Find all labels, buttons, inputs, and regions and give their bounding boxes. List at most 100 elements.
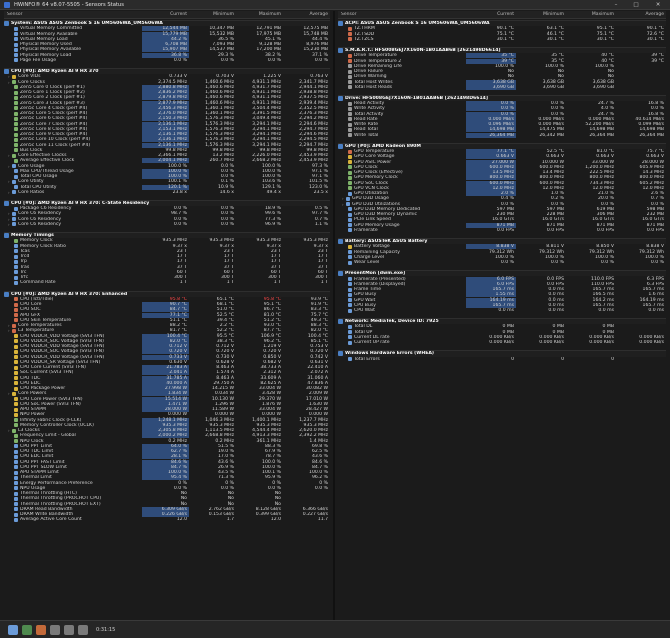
average-value: 15,230 MB: [303, 47, 328, 53]
sensor-label: APU STAPM: [20, 407, 46, 413]
sensor-name-cell: Drive Warning: [338, 74, 466, 79]
column-current[interactable]: Current: [466, 12, 516, 17]
column-minimum[interactable]: Minimum: [516, 12, 566, 17]
current-value: 2,153.1 MHz: [142, 126, 189, 132]
close-sensors-icon[interactable]: [78, 625, 88, 635]
sensor-name-cell: Total Activity: [338, 112, 466, 117]
sensor-label: Core Utility: [18, 179, 44, 185]
column-header[interactable]: Sensor Current Minimum Maximum Average: [338, 11, 666, 19]
maximum-value: 3.428 W: [261, 391, 281, 397]
sensor-label: TZ.TZCS: [354, 36, 374, 42]
sensor-label: GPU Memory Clock: [354, 175, 398, 181]
sensor-row[interactable]: › Core Ratios 23.8 x 14.6 x 49.4 x 23.5 x: [4, 190, 330, 195]
logging-icon[interactable]: [22, 625, 32, 635]
sensor-group-header[interactable]: CPU [#0]: AMD Ryzen AI 9 HX 370: C-State…: [4, 199, 330, 207]
sensor-label: GPU Core Voltage: [354, 154, 395, 160]
minimum-value: 30.1 °C: [546, 36, 564, 42]
minimize-button[interactable]: –: [608, 0, 624, 10]
column-average[interactable]: Average: [283, 12, 330, 17]
sensor-panel-left[interactable]: Sensor Current Minimum Maximum Average S…: [4, 11, 330, 620]
column-maximum[interactable]: Maximum: [566, 12, 616, 17]
expand-icon[interactable]: [8, 625, 18, 635]
close-button[interactable]: ✕: [650, 0, 666, 10]
average-value: 37 T: [317, 264, 328, 270]
maximum-value: 20.0 %: [597, 196, 614, 202]
current-value: 0.733 V: [169, 74, 187, 80]
sensor-row[interactable]: Average Active Core Count 12.0 1.7 12.0 11.7: [4, 517, 330, 522]
column-minimum[interactable]: Minimum: [189, 12, 236, 17]
average-value: 9.37 x: [313, 243, 328, 249]
sensor-row[interactable]: Command Rate 1 T 1 T 1 T 1 T: [4, 280, 330, 285]
thermometer-icon: [348, 32, 352, 37]
sensor-name-cell: Physical Memory Available: [4, 47, 142, 52]
sensor-name-cell: Total Errors: [338, 357, 466, 362]
minimum-value: 0.0 %: [550, 201, 564, 207]
sensor-row[interactable]: › Core C6 Residency 0.0 % 0.0 % 96.9 % 1.1 %: [4, 222, 330, 227]
sensor-group-header[interactable]: PresentMon [dwm.exe]: [338, 270, 666, 277]
column-header[interactable]: Sensor Current Minimum Maximum Average: [4, 11, 330, 19]
maximum-value: 1 T: [273, 280, 281, 286]
sensor-icon: [346, 202, 350, 207]
maximize-button[interactable]: □: [628, 0, 644, 10]
settings-icon[interactable]: [64, 625, 74, 635]
minimum-value: 10.130 W: [211, 396, 234, 402]
minimum-value: 1,460.6 MHz: [205, 100, 234, 106]
maximum-value: 0.850 V: [263, 354, 281, 360]
current-value: 2,150.3 MHz: [142, 116, 189, 122]
column-sensor[interactable]: Sensor: [4, 12, 142, 17]
sensor-group-header[interactable]: Network: MediaTek, Device ID: 7925: [338, 318, 666, 325]
current-value: 0.0 %: [500, 201, 514, 207]
maximum-value: 4,913.3 MHz: [252, 433, 281, 439]
layout-icon[interactable]: [50, 625, 60, 635]
sensor-name-cell: NPU Clock: [4, 439, 142, 444]
reset-icon[interactable]: [36, 625, 46, 635]
sensor-name-cell: NPU Usage: [4, 486, 142, 491]
sensor-row[interactable]: Wear Level 0.0 % 0.0 % 0.0 % 0.0 %: [338, 260, 666, 265]
disk-icon: [348, 106, 352, 111]
sensor-group-header[interactable]: CPU [#0]: AMD Ryzen AI 9 HX 370: [4, 67, 330, 75]
column-maximum[interactable]: Maximum: [236, 12, 283, 17]
sensor-row[interactable]: CPU Wait 0.0 ms 0.0 ms 0.0 ms 0.0 ms: [338, 308, 666, 313]
maximum-value: 0.0 %: [267, 57, 281, 63]
sensor-name-cell: Framerate: [338, 228, 466, 233]
sensor-name-cell: CPU EDC: [4, 381, 142, 386]
maximum-value: 75.1 °C: [596, 31, 614, 37]
minimum-value: 37 T: [223, 264, 234, 270]
sensor-name-cell: Drive Temperature: [338, 53, 466, 58]
sensor-name-cell: Read Activity: [338, 101, 466, 106]
current-value: 0.0 ms: [498, 308, 514, 313]
sensor-icon: [14, 507, 18, 512]
sensor-label: Read Total: [354, 127, 378, 133]
current-value: 0 MB: [502, 324, 515, 330]
average-value: 31.060 A: [307, 375, 328, 381]
current-value: 27.000 W: [466, 159, 516, 165]
sensor-label: Zen5 Core 0 Clock (perf #1): [20, 84, 85, 90]
panel-divider[interactable]: [333, 11, 335, 620]
spacer-row: [338, 233, 666, 237]
sensor-label: Frequency Limit - Global: [20, 433, 76, 439]
sensor-row[interactable]: Current UP rate 0.000 KB/s 0.000 KB/s 0.000…: [338, 340, 666, 345]
sensor-label: Memory Clock Ratio: [20, 243, 66, 249]
sensor-panel-right[interactable]: Sensor Current Minimum Maximum Average A…: [338, 11, 666, 620]
minimum-value: 0.000 KB/s: [539, 340, 564, 346]
sensor-name-cell: GPU Clock: [338, 165, 466, 170]
maximum-value: 361.1 MHz: [256, 438, 281, 444]
column-average[interactable]: Average: [616, 12, 666, 17]
disk-icon: [348, 122, 352, 127]
sensor-row[interactable]: Page File Usage 0.0 % 0.0 % 0.0 % 0.0 %: [4, 58, 330, 63]
sensor-icon: [348, 303, 352, 308]
sensor-row[interactable]: TZ.TZCS 30.1 °C 30.1 °C 30.1 °C 30.1 °C: [338, 37, 666, 42]
maximum-value: 26,364 MB: [589, 132, 614, 138]
average-value: 0.0 %: [314, 485, 328, 491]
maximum-value: 95.9 %: [264, 475, 281, 481]
current-value: 35 °C: [466, 53, 516, 59]
sensor-group-header[interactable]: CPU [#0]: AMD Ryzen AI 9 HX 370: Enhance…: [4, 290, 330, 297]
column-sensor[interactable]: Sensor: [338, 12, 466, 17]
sensor-row[interactable]: Write Total 26,364 MB 26,342 MB 26,364 MB 26…: [338, 132, 666, 138]
minimum-value: 0.0 %: [220, 221, 234, 227]
column-current[interactable]: Current: [142, 12, 189, 17]
sensor-row[interactable]: Total Errors 0 0 0: [338, 357, 666, 362]
sensor-group-header[interactable]: Windows Hardware Errors (WHEA): [338, 350, 666, 357]
spacer-row: [4, 286, 330, 290]
sensor-row[interactable]: Framerate 0.0 FPS 0.0 FPS 0.0 FPS 0.0 FPS: [338, 228, 666, 233]
